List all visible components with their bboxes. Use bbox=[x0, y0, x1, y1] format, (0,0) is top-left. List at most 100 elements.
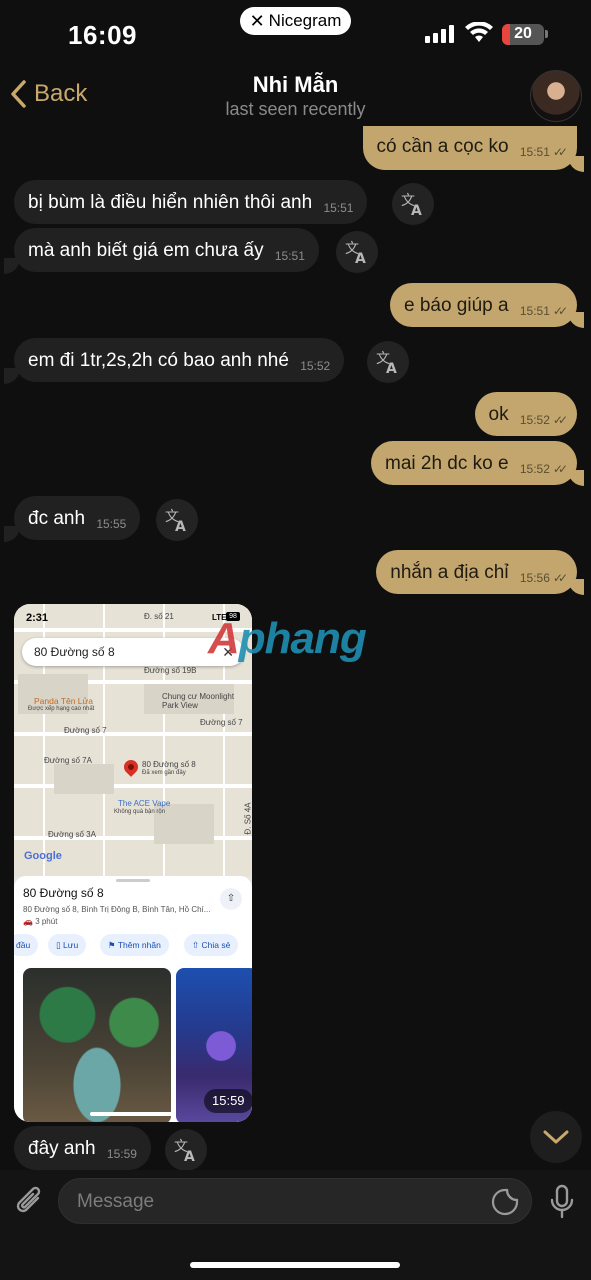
bubble-tail bbox=[568, 579, 584, 595]
message-time: 15:52 bbox=[300, 359, 331, 373]
read-checks-icon: ✓✓ bbox=[552, 413, 568, 427]
message-text: nhắn a địa chỉ bbox=[390, 562, 509, 583]
battery-icon: 20 bbox=[502, 24, 544, 45]
message-text: đc anh bbox=[28, 508, 86, 529]
map-label: Đường số 7 bbox=[200, 718, 243, 727]
message-text: mai 2h dc ko e bbox=[385, 453, 509, 474]
nicegram-logo-icon: ✕ bbox=[249, 10, 265, 31]
translate-button[interactable]: 文A bbox=[336, 231, 378, 273]
watermark: Aphang bbox=[208, 614, 367, 663]
message-time: 15:56 ✓✓ bbox=[519, 571, 568, 585]
map-label: Panda Tên Lửa bbox=[34, 696, 93, 706]
signal-icon bbox=[425, 25, 454, 43]
map-label: 80 Đường số 8 bbox=[142, 760, 196, 769]
place-name: 80 Đường số 8 bbox=[23, 886, 104, 900]
app-badge: ✕ Nicegram bbox=[240, 7, 351, 35]
read-checks-icon: ✓✓ bbox=[552, 304, 568, 318]
map-label: Không quá bận rộn bbox=[114, 809, 166, 815]
phone-time: 2:31 bbox=[26, 612, 49, 624]
map-label: Đường số 3A bbox=[48, 830, 96, 839]
phone-home-indicator bbox=[90, 1112, 176, 1116]
share-icon: ⇧ bbox=[220, 888, 242, 910]
message-bubble-outgoing[interactable]: ok 15:52 ✓✓ bbox=[474, 392, 577, 436]
bubble-tail bbox=[568, 470, 584, 486]
chevron-down-icon bbox=[543, 1130, 569, 1144]
image-message[interactable]: 2:31 LTE 98 80 Đường số 8 ✕ Đ. số 21 Đườ… bbox=[14, 604, 252, 1122]
message-text: e báo giúp a bbox=[403, 295, 509, 316]
translate-button[interactable]: 文A bbox=[165, 1129, 207, 1171]
avatar[interactable] bbox=[530, 70, 582, 122]
bubble-tail bbox=[568, 156, 584, 172]
message-bubble-incoming[interactable]: bị bùm là điều hiển nhiên thôi anh 15:51 bbox=[14, 180, 368, 224]
message-time: 15:51 bbox=[274, 249, 305, 263]
message-text: em đi 1tr,2s,2h có bao anh nhé bbox=[28, 350, 289, 371]
home-indicator bbox=[190, 1262, 400, 1268]
svg-text:A: A bbox=[386, 361, 397, 375]
map-chip: ⚑ Thêm nhãn bbox=[100, 934, 169, 956]
message-bubble-incoming[interactable]: đc anh 15:55 bbox=[14, 496, 141, 540]
translate-icon: 文A bbox=[174, 1139, 195, 1163]
translate-button[interactable]: 文A bbox=[367, 341, 409, 383]
message-time: 15:52 ✓✓ bbox=[519, 462, 568, 476]
bubble-tail bbox=[4, 368, 20, 384]
contact-status: last seen recently bbox=[225, 99, 366, 119]
message-text: bị bùm là điều hiển nhiên thôi anh bbox=[28, 192, 313, 213]
location-pin-icon bbox=[121, 757, 141, 777]
message-placeholder: Message bbox=[77, 1191, 155, 1212]
message-input[interactable]: Message bbox=[58, 1178, 532, 1224]
map-search-text: 80 Đường số 8 bbox=[34, 645, 115, 659]
bubble-tail bbox=[568, 312, 584, 328]
translate-button[interactable]: 文A bbox=[392, 183, 434, 225]
map-label: Đ. Số 4A bbox=[243, 802, 252, 835]
bubble-tail bbox=[4, 258, 20, 274]
map-label: Được xếp hạng cao nhất bbox=[28, 706, 95, 712]
map-label: Đường số 7 bbox=[64, 726, 107, 735]
paperclip-icon[interactable] bbox=[14, 1184, 46, 1218]
map-chip: đầu bbox=[14, 934, 39, 956]
message-text: ok bbox=[488, 404, 509, 425]
sticker-icon[interactable] bbox=[491, 1188, 519, 1216]
translate-icon: 文A bbox=[165, 509, 186, 533]
scroll-down-button[interactable] bbox=[530, 1111, 582, 1163]
message-bubble-outgoing[interactable]: mai 2h dc ko e 15:52 ✓✓ bbox=[371, 441, 577, 485]
bubble-tail bbox=[4, 526, 20, 542]
read-checks-icon: ✓✓ bbox=[552, 145, 568, 159]
translate-icon: 文A bbox=[376, 351, 397, 375]
message-bubble-incoming[interactable]: mà anh biết giá em chưa ấy 15:51 bbox=[14, 228, 319, 272]
message-bubble-outgoing[interactable]: có cần a cọc ko 15:51 ✓✓ bbox=[362, 126, 577, 170]
read-checks-icon: ✓✓ bbox=[552, 571, 568, 585]
read-checks-icon: ✓✓ bbox=[552, 462, 568, 476]
message-bubble-incoming[interactable]: em đi 1tr,2s,2h có bao anh nhé 15:52 bbox=[14, 338, 345, 382]
app-badge-label: Nicegram bbox=[268, 11, 342, 30]
message-time: 15:59 bbox=[106, 1147, 137, 1161]
svg-text:A: A bbox=[184, 1149, 195, 1163]
svg-text:A: A bbox=[175, 519, 186, 533]
message-bubble-incoming[interactable]: đây anh 15:59 bbox=[14, 1126, 151, 1170]
svg-text:A: A bbox=[411, 203, 422, 217]
message-time: 15:59 bbox=[204, 1089, 252, 1113]
map-chip: ▯ Lưu bbox=[48, 934, 87, 956]
map-label: Đường số 19B bbox=[144, 666, 197, 675]
battery-label: 20 bbox=[514, 25, 532, 42]
translate-button[interactable]: 文A bbox=[156, 499, 198, 541]
message-bubble-outgoing[interactable]: e báo giúp a 15:51 ✓✓ bbox=[389, 283, 577, 327]
microphone-icon[interactable] bbox=[548, 1184, 576, 1220]
message-time: 15:51 ✓✓ bbox=[519, 304, 568, 318]
map-label: Đã xem gần đây bbox=[142, 770, 186, 776]
sheet-grip bbox=[116, 879, 150, 882]
translate-icon: 文A bbox=[401, 193, 422, 217]
message-bubble-outgoing[interactable]: nhắn a địa chỉ 15:56 ✓✓ bbox=[376, 550, 577, 594]
message-time: 15:51 ✓✓ bbox=[519, 145, 568, 159]
status-time: 16:09 bbox=[68, 20, 137, 50]
map-chip: ⇧ Chia sẻ bbox=[184, 934, 239, 956]
contact-name[interactable]: Nhi Mẫn bbox=[0, 72, 591, 98]
google-logo: Google bbox=[24, 850, 62, 862]
place-travel-time: 🚗 3 phút bbox=[23, 917, 58, 926]
message-time: 15:51 bbox=[323, 201, 354, 215]
message-text: có cần a cọc ko bbox=[376, 136, 509, 157]
wifi-icon bbox=[465, 22, 493, 42]
translate-icon: 文A bbox=[345, 241, 366, 265]
map-label: Chung cư Moonlight Park View bbox=[162, 692, 235, 710]
place-address: 80 Đường số 8, Bình Trị Đông B, Bình Tân… bbox=[23, 905, 211, 914]
map-label: The ACE Vape bbox=[118, 799, 171, 808]
